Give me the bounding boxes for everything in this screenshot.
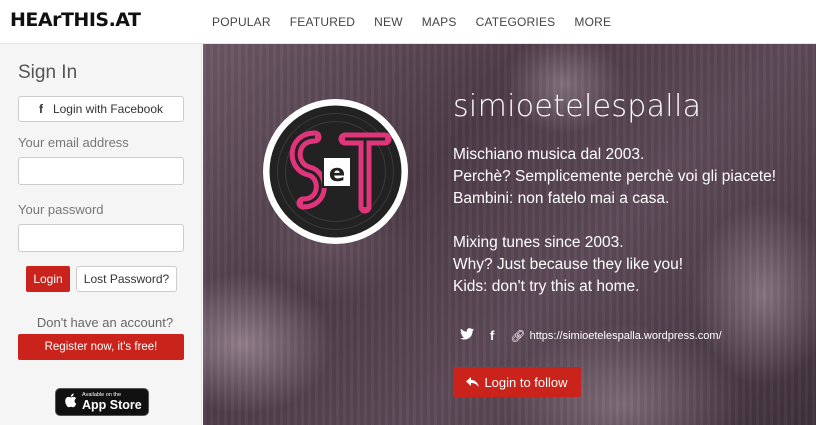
sign-in-title: Sign In [18, 62, 78, 83]
sign-in-sidebar: Sign In f Login with Facebook Your email… [0, 44, 202, 425]
app-store-badge[interactable]: Available on the App Store [55, 388, 149, 416]
top-navbar: HEArTHIS.AT POPULAR FEATURED NEW MAPS CA… [0, 0, 816, 44]
register-button[interactable]: Register now, it's free! [18, 334, 184, 360]
profile-hero: e simioetelespalla Mischiano musica dal … [203, 44, 816, 425]
bio-line: Perchè? Semplicemente perchè voi gli pia… [453, 168, 777, 185]
profile-username: simioetelespalla [453, 89, 702, 124]
nav-featured[interactable]: FEATURED [290, 15, 355, 29]
profile-avatar[interactable]: e [263, 99, 408, 244]
bio-line: Mixing tunes since 2003. [453, 234, 624, 251]
email-field[interactable] [18, 157, 184, 185]
facebook-login-label: Login with Facebook [52, 102, 164, 116]
bio-line: Mischiano musica dal 2003. [453, 146, 645, 163]
nav-more[interactable]: MORE [574, 15, 611, 29]
password-label: Your password [18, 202, 104, 217]
svg-text:e: e [329, 159, 345, 187]
profile-bio: Mischiano musica dal 2003. Perchè? Sempl… [453, 144, 816, 298]
password-field[interactable] [18, 224, 184, 252]
nav-popular[interactable]: POPULAR [212, 15, 271, 29]
facebook-login-button[interactable]: f Login with Facebook [18, 96, 184, 122]
main-nav: POPULAR FEATURED NEW MAPS CATEGORIES MOR… [212, 15, 630, 29]
nav-new[interactable]: NEW [374, 15, 403, 29]
facebook-icon: f [38, 102, 43, 116]
login-to-follow-button[interactable]: Login to follow [453, 367, 581, 397]
no-account-text: Don't have an account? [36, 315, 174, 330]
bio-line: Bambini: non fatelo mai a casa. [453, 190, 670, 207]
social-links: f 🔗︎ https://simioetelespalla.wordpress.… [460, 328, 722, 343]
website-link[interactable]: https://simioetelespalla.wordpress.com/ [530, 330, 722, 342]
link-icon: 🔗︎ [510, 328, 526, 343]
nav-categories[interactable]: CATEGORIES [476, 15, 556, 29]
reply-arrow-icon [466, 375, 480, 390]
site-logo[interactable]: HEArTHIS.AT [10, 9, 141, 31]
bio-spacer [453, 210, 816, 232]
follow-label: Login to follow [484, 374, 568, 390]
set-logo-image: e [263, 99, 408, 244]
email-label: Your email address [18, 135, 129, 150]
bio-line: Kids: don't try this at home. [453, 278, 640, 295]
facebook-icon[interactable]: f [490, 328, 494, 343]
login-button[interactable]: Login [26, 266, 70, 292]
twitter-icon[interactable] [460, 328, 474, 343]
app-store-text: Available on the App Store [82, 392, 142, 412]
apple-icon [64, 393, 77, 411]
bio-line: Why? Just because they like you! [453, 256, 684, 273]
app-store-big-text: App Store [82, 397, 142, 412]
nav-maps[interactable]: MAPS [422, 15, 457, 29]
lost-password-button[interactable]: Lost Password? [76, 266, 177, 292]
